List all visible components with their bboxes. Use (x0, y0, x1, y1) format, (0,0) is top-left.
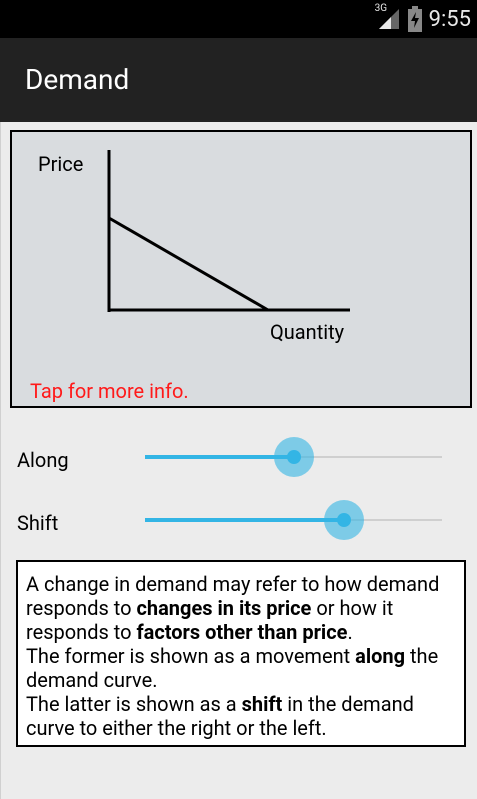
slider-thumb[interactable] (286, 450, 301, 464)
price-axis-label: Price (38, 152, 84, 176)
slider-fill (145, 518, 344, 522)
slider-fill (145, 455, 294, 459)
status-icons: 3G 9:55 (375, 3, 471, 34)
along-slider[interactable] (145, 437, 442, 477)
desc-emphasis: changes in its price (136, 596, 312, 620)
battery-charging-icon (407, 6, 423, 32)
shift-slider-label: Shift (17, 511, 59, 535)
network-type: 3G (374, 3, 388, 14)
desc-emphasis: shift (241, 692, 283, 716)
action-bar: Demand (0, 38, 477, 122)
more-info-link[interactable]: Tap for more info. (30, 379, 189, 403)
description-box: A change in demand may refer to how dema… (16, 560, 466, 747)
desc-emphasis: factors other than price (136, 620, 348, 644)
quantity-axis-label: Quantity (270, 320, 345, 344)
desc-text: The former is shown as a movement (26, 644, 356, 668)
along-slider-label: Along (17, 448, 69, 472)
demand-graph[interactable]: Price Quantity Tap for more info. (10, 130, 472, 408)
signal-icon: 3G (375, 3, 401, 31)
shift-slider[interactable] (145, 500, 442, 540)
demand-curve (108, 216, 269, 312)
desc-text: The latter is shown as a (26, 692, 242, 716)
desc-emphasis: along (355, 644, 406, 668)
app-title: Demand (25, 63, 130, 96)
clock: 9:55 (428, 6, 471, 32)
status-bar: 3G 9:55 (0, 0, 477, 38)
slider-thumb[interactable] (336, 513, 351, 527)
desc-text: . (347, 620, 353, 644)
